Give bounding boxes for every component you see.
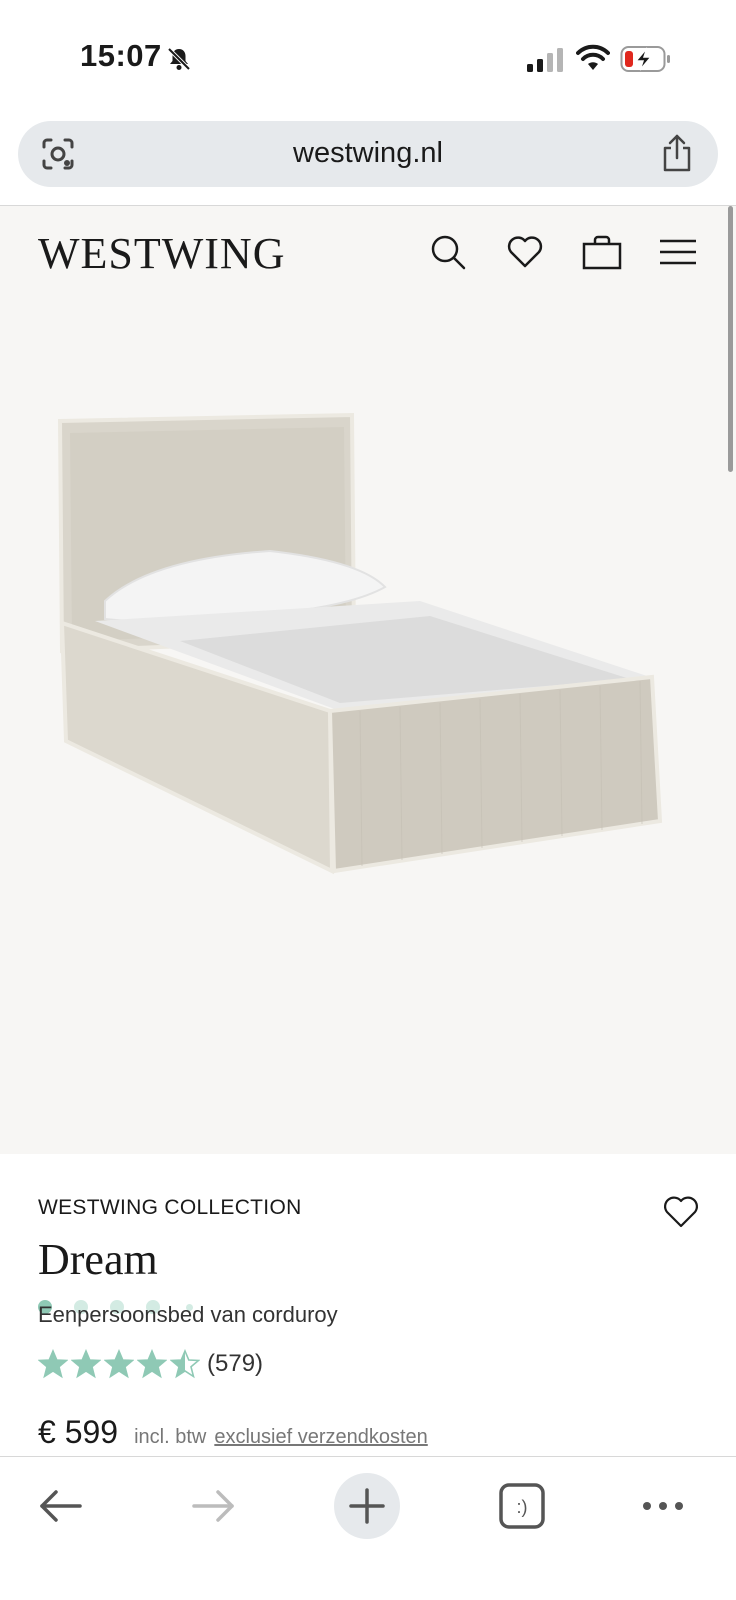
price-row: € 599 incl. btw exclusief verzendkosten bbox=[38, 1414, 428, 1451]
bell-slash-icon bbox=[167, 47, 191, 71]
product-rating[interactable]: (579) bbox=[38, 1348, 263, 1380]
product-gallery[interactable] bbox=[0, 206, 736, 1154]
cellular-signal-icon bbox=[527, 48, 563, 72]
tabs-icon[interactable]: :) bbox=[489, 1473, 555, 1539]
star-icon bbox=[38, 1349, 68, 1379]
share-icon[interactable] bbox=[660, 133, 694, 173]
star-icon bbox=[71, 1349, 101, 1379]
product-image[interactable] bbox=[40, 411, 700, 891]
shipping-costs-link[interactable]: exclusief verzendkosten bbox=[214, 1426, 427, 1449]
star-icon bbox=[137, 1349, 167, 1379]
tabs-label: :) bbox=[517, 1497, 528, 1517]
search-icon[interactable] bbox=[428, 232, 468, 272]
heart-icon[interactable] bbox=[505, 232, 545, 272]
star-icon bbox=[170, 1349, 200, 1379]
menu-icon[interactable] bbox=[658, 232, 698, 272]
westwing-logo[interactable]: WESTWING bbox=[38, 228, 286, 279]
rating-count[interactable]: (579) bbox=[207, 1350, 263, 1378]
wishlist-heart-icon[interactable] bbox=[662, 1194, 700, 1230]
vat-note: incl. btw bbox=[134, 1426, 207, 1448]
product-name: Dream bbox=[38, 1235, 158, 1284]
rating-stars bbox=[38, 1349, 203, 1379]
status-time: 15:07 bbox=[80, 38, 162, 73]
new-tab-plus-icon[interactable] bbox=[334, 1473, 400, 1539]
bag-icon[interactable] bbox=[582, 232, 622, 272]
battery-charging-icon bbox=[620, 46, 670, 72]
wifi-icon bbox=[576, 44, 610, 70]
back-arrow-icon[interactable] bbox=[28, 1473, 94, 1539]
web-page: WESTWING WESTWING COLLECTION Dream Eenpe… bbox=[0, 206, 736, 1456]
forward-arrow-icon[interactable] bbox=[180, 1473, 246, 1539]
star-icon bbox=[104, 1349, 134, 1379]
browser-toolbar: :) bbox=[0, 1456, 736, 1600]
site-header: WESTWING bbox=[0, 206, 736, 306]
product-subtitle: Eenpersoonsbed van corduroy bbox=[38, 1302, 338, 1327]
status-bar: 15:07 bbox=[0, 0, 736, 110]
more-icon[interactable] bbox=[630, 1473, 696, 1539]
url-text[interactable]: westwing.nl bbox=[18, 137, 718, 170]
product-price: € 599 bbox=[38, 1414, 119, 1450]
product-brand[interactable]: WESTWING COLLECTION bbox=[38, 1196, 302, 1220]
url-bar[interactable]: westwing.nl bbox=[18, 121, 718, 187]
